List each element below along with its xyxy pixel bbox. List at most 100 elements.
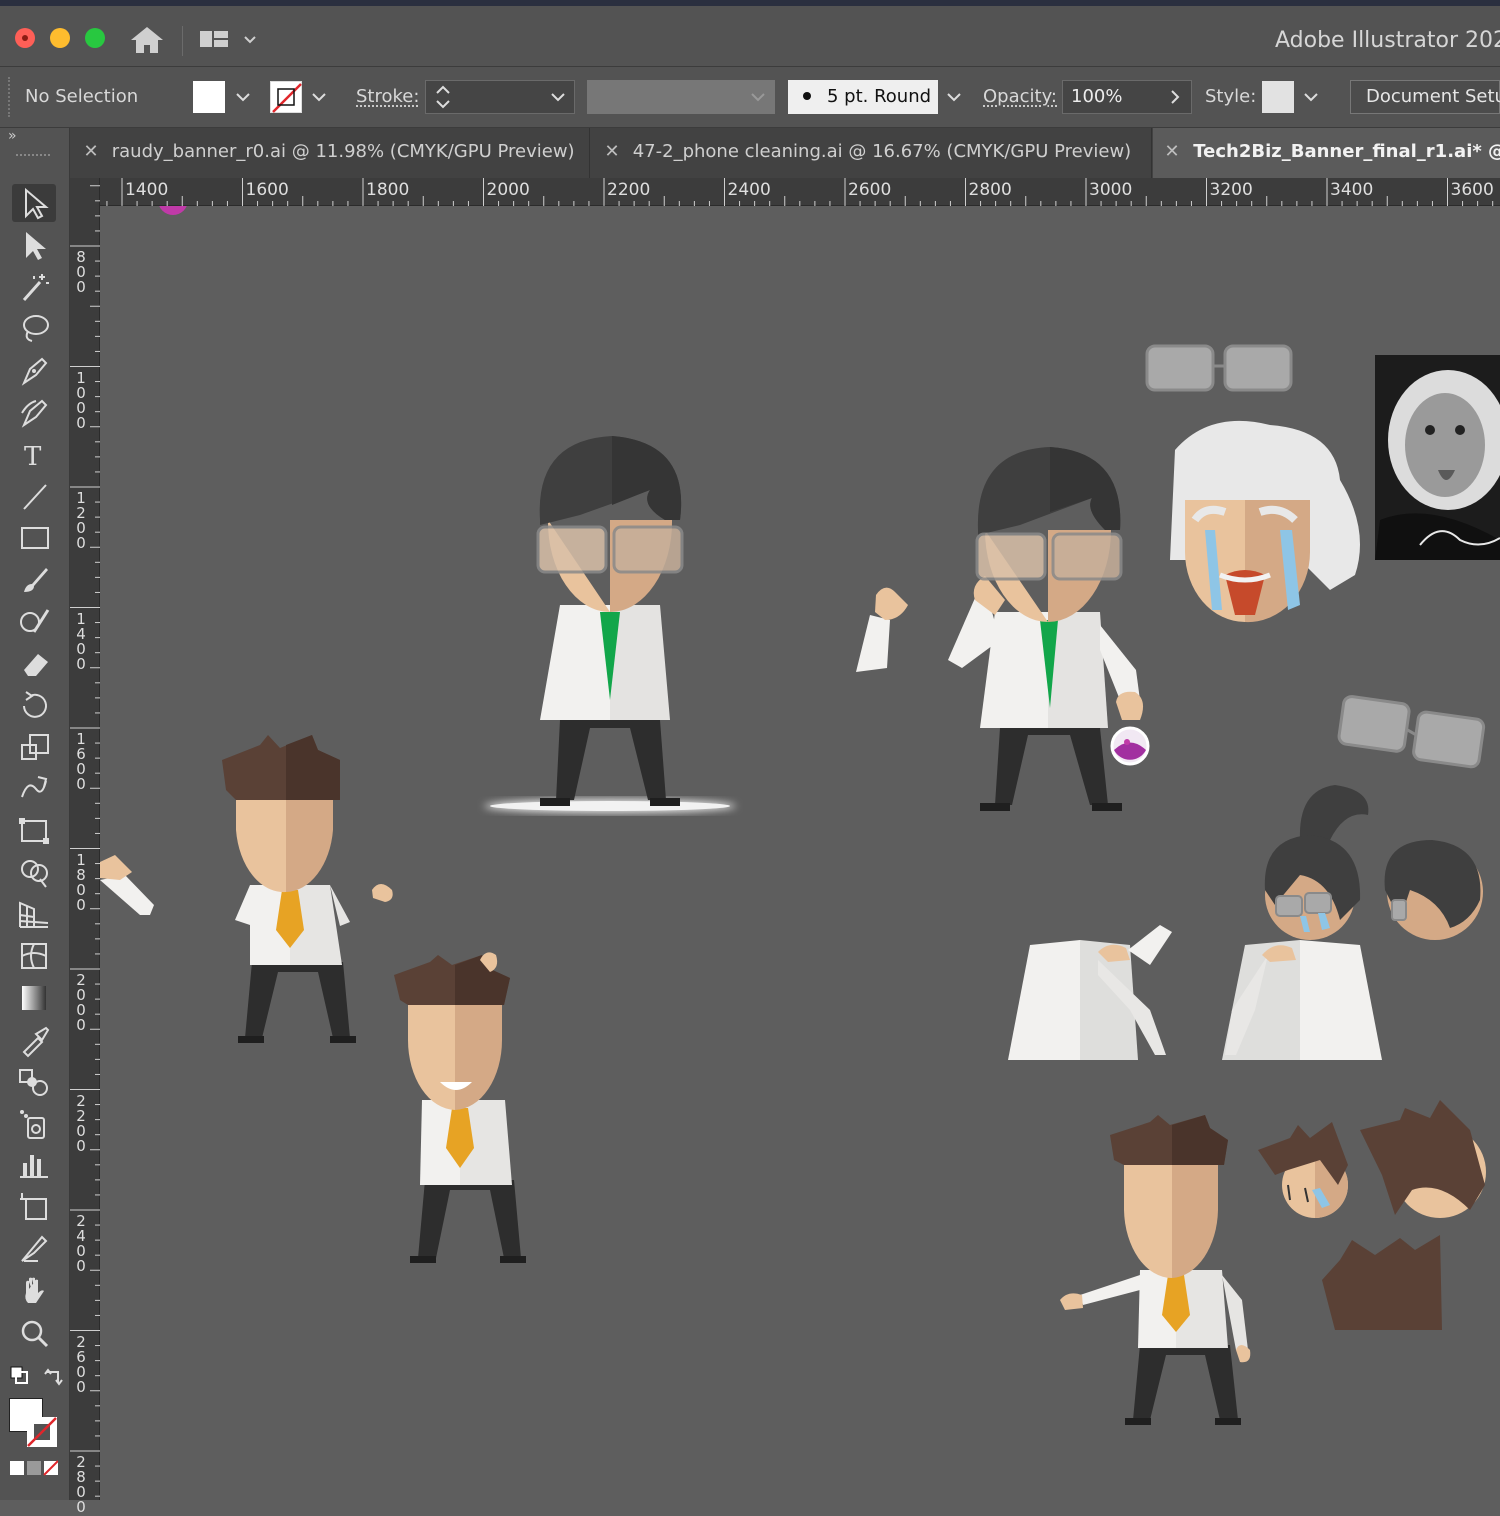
scientist-character-1[interactable] bbox=[484, 436, 736, 813]
ruler-tick-label: 2000 bbox=[76, 973, 86, 1033]
scientist-character-2[interactable] bbox=[948, 447, 1148, 811]
column-graph-tool-icon[interactable] bbox=[12, 1145, 56, 1183]
brush-definition-label: 5 pt. Round bbox=[827, 86, 931, 107]
ruler-tick-label: 1400 bbox=[125, 180, 168, 200]
color-mode-buttons[interactable] bbox=[10, 1460, 58, 1476]
document-setup-button[interactable]: Document Setup bbox=[1350, 80, 1500, 114]
magic-wand-tool-icon[interactable] bbox=[12, 268, 56, 306]
selection-tool-icon[interactable] bbox=[12, 184, 56, 222]
tab-label: raudy_banner_r0.ai @ 11.98% (CMYK/GPU Pr… bbox=[112, 141, 575, 162]
pen-tool-icon[interactable] bbox=[12, 351, 56, 389]
businessman-character-2[interactable] bbox=[394, 952, 526, 1263]
paintbrush-tool-icon[interactable] bbox=[12, 560, 56, 598]
tab-tech2biz-banner[interactable]: ✕ Tech2Biz_Banner_final_r1.ai* @ 19 bbox=[1153, 128, 1500, 178]
opacity-label[interactable]: Opacity: bbox=[983, 86, 1057, 107]
lasso-tool-icon[interactable] bbox=[12, 309, 56, 347]
document-tab-bar: ✕ raudy_banner_r0.ai @ 11.98% (CMYK/GPU … bbox=[70, 128, 1500, 178]
shape-builder-tool-icon[interactable] bbox=[12, 853, 56, 891]
hand-tool-icon[interactable] bbox=[12, 1271, 56, 1309]
brush-dropdown-chevron-icon[interactable] bbox=[942, 81, 966, 113]
ruler-tick-label: 1600 bbox=[246, 180, 289, 200]
zoom-tool-icon[interactable] bbox=[12, 1313, 56, 1351]
shaper-tool-icon[interactable] bbox=[12, 602, 56, 640]
hair-shape-brown[interactable] bbox=[1322, 1235, 1442, 1330]
type-tool-icon[interactable]: T bbox=[12, 435, 56, 473]
eyedropper-tool-icon[interactable] bbox=[12, 1020, 56, 1058]
close-tab-icon[interactable]: ✕ bbox=[597, 128, 627, 176]
ruler-tick-label: 2200 bbox=[76, 1094, 86, 1154]
glasses-piece-1[interactable] bbox=[1147, 346, 1291, 390]
line-segment-tool-icon[interactable] bbox=[12, 477, 56, 515]
stroke-dropdown-chevron-icon[interactable] bbox=[307, 81, 331, 113]
separator bbox=[182, 26, 183, 56]
perspective-grid-tool-icon[interactable] bbox=[12, 895, 56, 933]
graphic-style-swatch[interactable] bbox=[1262, 81, 1294, 113]
swap-fill-stroke-icon[interactable] bbox=[44, 1366, 64, 1386]
lab-coat-piece-2[interactable] bbox=[1222, 940, 1382, 1060]
businessman-character-1[interactable] bbox=[222, 735, 393, 1043]
ruler-tick-label: 2800 bbox=[969, 180, 1012, 200]
free-transform-tool-icon[interactable] bbox=[12, 811, 56, 849]
variable-width-profile[interactable] bbox=[587, 80, 775, 114]
ruler-tick-label: 1800 bbox=[76, 853, 86, 913]
direct-selection-tool-icon[interactable] bbox=[12, 226, 56, 264]
tools-panel: » T bbox=[0, 128, 70, 1500]
artboard-tool-icon[interactable] bbox=[12, 1187, 56, 1225]
gradient-tool-icon[interactable] bbox=[12, 978, 56, 1016]
stroke-color-box[interactable] bbox=[26, 1416, 58, 1448]
glasses-piece-2[interactable] bbox=[1337, 696, 1485, 768]
rectangle-tool-icon[interactable] bbox=[12, 518, 56, 556]
fill-dropdown-chevron-icon[interactable] bbox=[231, 81, 255, 113]
close-window-button[interactable] bbox=[15, 28, 35, 48]
workspace-switcher-button[interactable] bbox=[198, 26, 268, 56]
reference-photo-image[interactable] bbox=[1375, 355, 1500, 560]
symbol-sprayer-tool-icon[interactable] bbox=[12, 1104, 56, 1142]
default-fill-stroke-icon[interactable] bbox=[10, 1366, 26, 1382]
horizontal-ruler[interactable]: 1400 1600 1800 2000 2200 2400 2600 2800 3000 3200… bbox=[70, 178, 1500, 206]
ruler-tick-label: 3200 bbox=[1210, 180, 1253, 200]
purple-circle-shape[interactable] bbox=[158, 206, 188, 215]
tools-panel-grip[interactable] bbox=[16, 154, 50, 160]
home-icon[interactable] bbox=[128, 24, 166, 56]
crying-professor-head[interactable] bbox=[1170, 421, 1360, 622]
warp-tool-icon[interactable] bbox=[12, 769, 56, 807]
stroke-swatch[interactable] bbox=[270, 81, 302, 113]
lab-coat-arm-piece[interactable] bbox=[856, 588, 908, 672]
tab-raudy-banner[interactable]: ✕ raudy_banner_r0.ai @ 11.98% (CMYK/GPU … bbox=[70, 128, 590, 178]
tab-phone-cleaning[interactable]: ✕ 47-2_phone cleaning.ai @ 16.67% (CMYK/… bbox=[591, 128, 1152, 178]
control-bar-grip[interactable] bbox=[8, 77, 14, 117]
opacity-value: 100% bbox=[1071, 86, 1122, 107]
style-label: Style: bbox=[1205, 86, 1256, 107]
arm-fragment-left[interactable] bbox=[100, 855, 154, 915]
collapse-panel-icon[interactable]: » bbox=[8, 128, 17, 144]
head-back-brown-hair[interactable] bbox=[1360, 1100, 1486, 1218]
ruler-tick-label: 2000 bbox=[487, 180, 530, 200]
ruler-tick-label: 2600 bbox=[848, 180, 891, 200]
eraser-tool-icon[interactable] bbox=[12, 644, 56, 682]
app-title: Adobe Illustrator 2020 bbox=[1275, 28, 1500, 53]
blend-tool-icon[interactable] bbox=[12, 1062, 56, 1100]
woman-head-with-bun[interactable] bbox=[1265, 785, 1369, 940]
lab-coat-piece-1[interactable] bbox=[1008, 925, 1172, 1060]
curvature-tool-icon[interactable] bbox=[12, 393, 56, 431]
ruler-tick-label: 3400 bbox=[1330, 180, 1373, 200]
artboard-canvas[interactable] bbox=[100, 206, 1500, 1500]
mesh-tool-icon[interactable] bbox=[12, 936, 56, 974]
close-tab-icon[interactable]: ✕ bbox=[1157, 128, 1187, 176]
stroke-weight-field[interactable] bbox=[425, 80, 575, 114]
style-dropdown-chevron-icon[interactable] bbox=[1299, 81, 1323, 113]
scale-tool-icon[interactable] bbox=[12, 727, 56, 765]
opacity-field[interactable]: 100% bbox=[1062, 80, 1192, 114]
slice-tool-icon[interactable] bbox=[12, 1229, 56, 1267]
rotate-tool-icon[interactable] bbox=[12, 686, 56, 724]
minimize-window-button[interactable] bbox=[50, 28, 70, 48]
brush-definition-field[interactable]: 5 pt. Round bbox=[788, 80, 938, 114]
ruler-tick-label: 3000 bbox=[1089, 180, 1132, 200]
crying-head-small[interactable] bbox=[1258, 1122, 1348, 1218]
businessman-character-3[interactable] bbox=[1060, 1115, 1250, 1425]
close-tab-icon[interactable]: ✕ bbox=[76, 128, 106, 176]
zoom-window-button[interactable] bbox=[85, 28, 105, 48]
woman-head-back[interactable] bbox=[1385, 840, 1483, 940]
stroke-label[interactable]: Stroke: bbox=[356, 86, 419, 107]
fill-swatch[interactable] bbox=[193, 81, 225, 113]
